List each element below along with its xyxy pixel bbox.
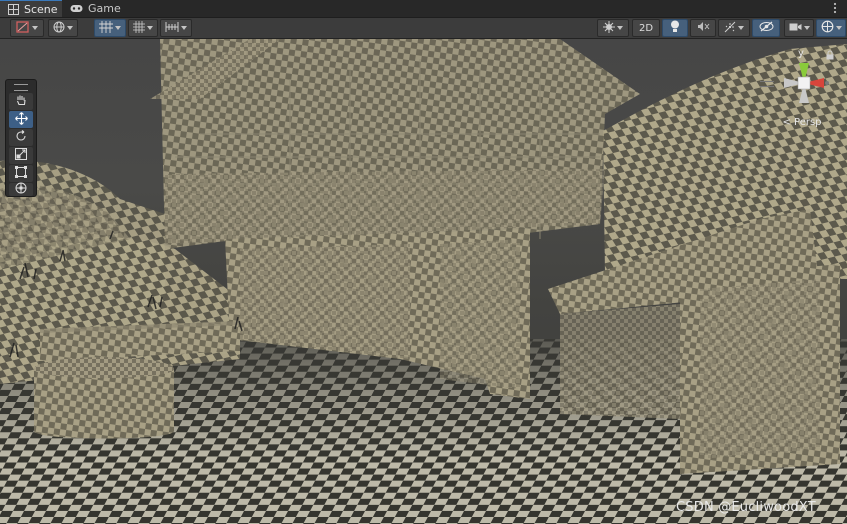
global-dropdown[interactable] xyxy=(48,19,78,37)
scene-render xyxy=(0,39,847,524)
gizmo-axis-y-label: y xyxy=(798,48,804,59)
rect-tool-button[interactable] xyxy=(9,165,33,182)
lock-icon[interactable] xyxy=(826,50,834,63)
transform-tool-button[interactable] xyxy=(9,182,33,197)
grid-visibility-icon xyxy=(133,20,145,36)
kebab-menu-icon[interactable] xyxy=(829,2,841,14)
audio-icon xyxy=(697,21,710,35)
scale-tool-icon xyxy=(15,148,27,163)
chevron-down-icon xyxy=(32,26,38,30)
rotate-tool-button[interactable] xyxy=(9,129,33,146)
palette-grip[interactable] xyxy=(14,84,28,91)
move-tool-icon xyxy=(14,111,28,128)
draw-mode-icon xyxy=(16,20,30,36)
gizmos-icon xyxy=(603,20,615,36)
grid-visibility-dropdown[interactable] xyxy=(128,19,158,37)
chevron-down-icon xyxy=(115,26,121,30)
hidden-visibility-icon xyxy=(759,21,774,35)
tab-scene-label: Scene xyxy=(24,2,58,16)
draw-mode-dropdown[interactable] xyxy=(10,19,44,37)
scene-toolbar: 2D xyxy=(0,18,847,39)
global-icon xyxy=(53,21,65,36)
increment-snap-dropdown[interactable] xyxy=(160,19,192,37)
camera-dropdown[interactable] xyxy=(784,19,814,37)
audio-toggle[interactable] xyxy=(690,19,716,37)
hand-tool-button[interactable] xyxy=(9,93,33,110)
tab-scene[interactable]: Scene xyxy=(0,0,62,17)
scene-grid-icon xyxy=(8,3,19,15)
tab-game-label: Game xyxy=(88,2,121,15)
chevron-down-icon xyxy=(617,26,623,30)
hidden-visibility-toggle[interactable] xyxy=(752,19,780,37)
gizmos-dropdown[interactable] xyxy=(597,19,629,37)
tab-game[interactable]: Game xyxy=(62,0,122,17)
hand-tool-icon xyxy=(15,94,27,109)
projection-toggle[interactable]: < Persp xyxy=(779,117,825,128)
chevron-down-icon xyxy=(803,26,810,30)
grid-snap-toggle[interactable] xyxy=(94,19,126,37)
chevron-down-icon xyxy=(738,26,744,30)
move-tool-button[interactable] xyxy=(9,111,33,128)
chevron-down-icon xyxy=(67,26,73,30)
transform-tool-icon xyxy=(15,182,27,197)
transform-gizmo-dropdown[interactable] xyxy=(816,19,846,37)
chevron-down-icon xyxy=(835,26,842,30)
2d-toggle-label: 2D xyxy=(638,22,654,34)
scale-tool-button[interactable] xyxy=(9,147,33,164)
effects-icon xyxy=(724,21,736,36)
increment-snap-icon xyxy=(165,21,179,36)
well-model xyxy=(34,357,174,439)
transform-gizmo-icon xyxy=(821,20,834,36)
watermark: CSDN @EucliwoodXT xyxy=(676,500,816,515)
lighting-toggle[interactable] xyxy=(662,19,688,37)
chevron-down-icon xyxy=(147,26,153,30)
scene-viewport[interactable] xyxy=(0,39,847,524)
editor-tab-bar: Scene Game xyxy=(0,0,847,18)
2d-toggle[interactable]: 2D xyxy=(632,19,660,37)
orientation-gizmo[interactable]: y xyxy=(772,45,832,110)
camera-icon xyxy=(789,22,802,35)
gamepad-icon xyxy=(70,4,83,13)
grid-snap-icon xyxy=(99,20,113,36)
rect-tool-icon xyxy=(15,166,27,181)
lighting-icon xyxy=(670,20,680,36)
rotate-tool-icon xyxy=(15,130,27,145)
tool-palette xyxy=(5,79,37,197)
chevron-down-icon xyxy=(181,26,187,30)
effects-dropdown[interactable] xyxy=(718,19,750,37)
